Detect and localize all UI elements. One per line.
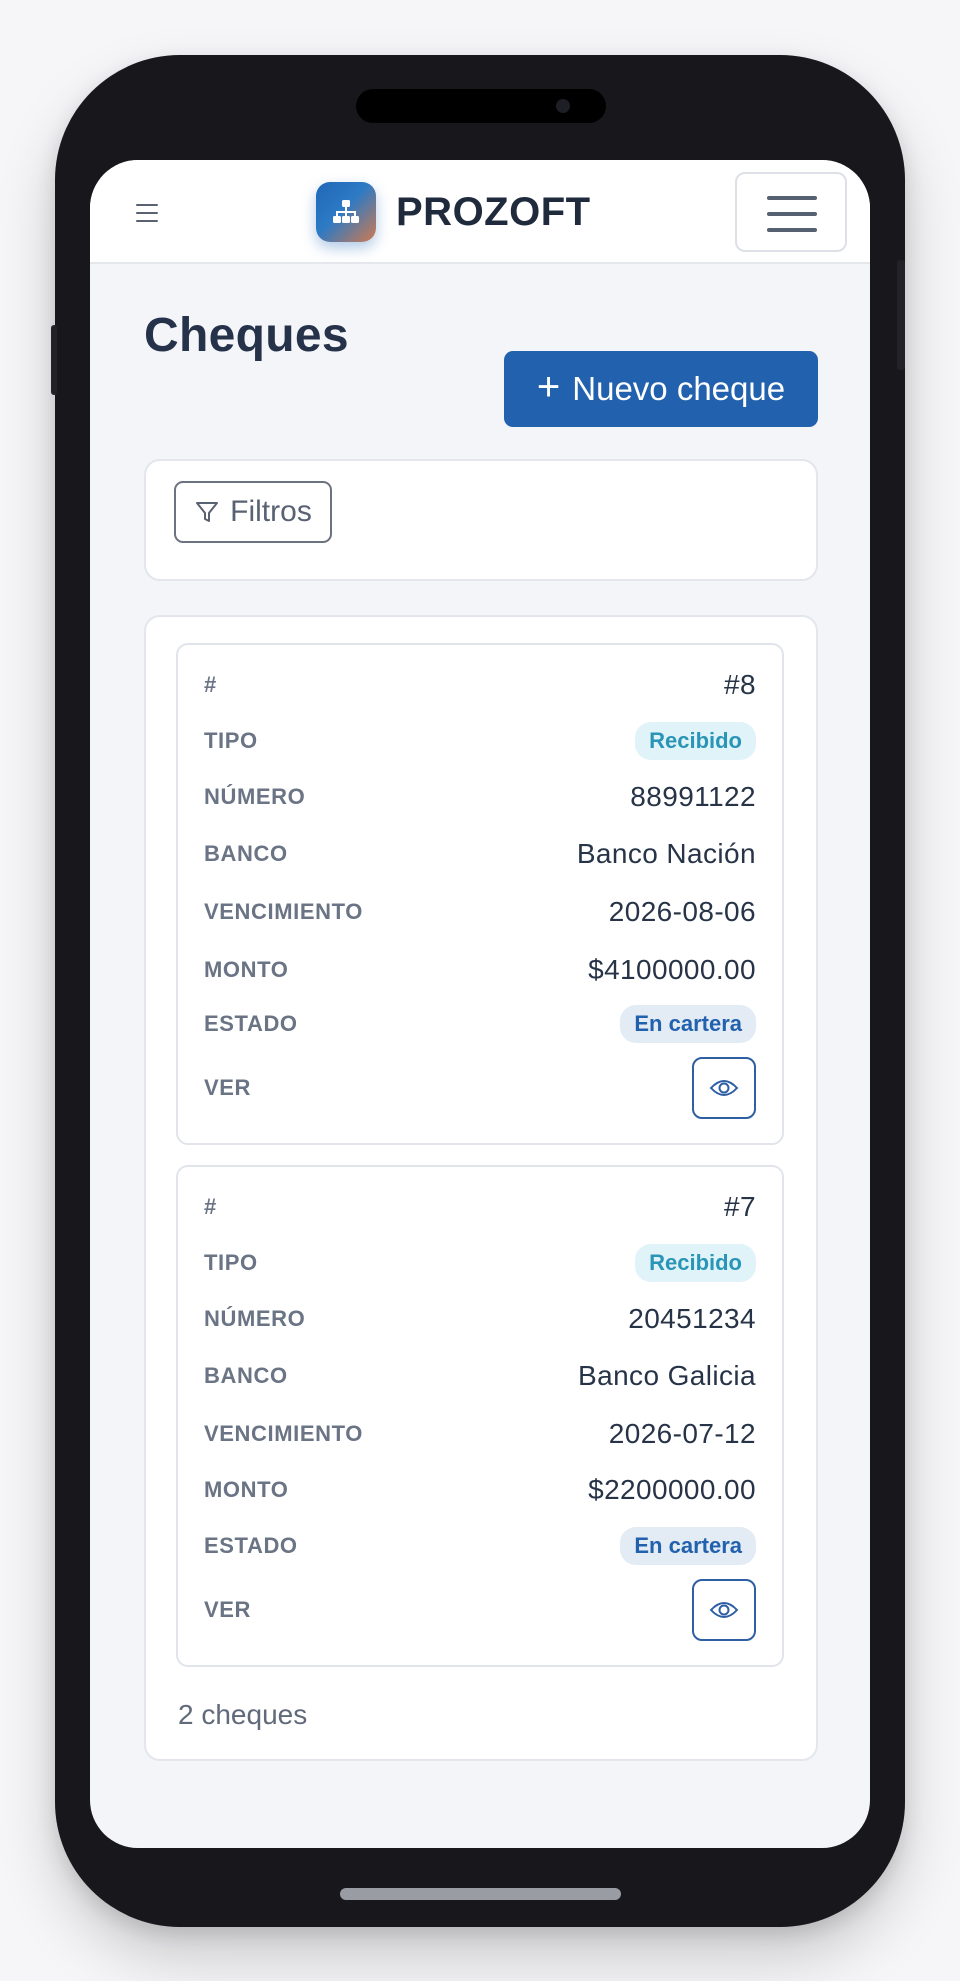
filters-button[interactable]: Filtros xyxy=(174,481,332,543)
home-indicator[interactable] xyxy=(340,1888,621,1900)
card-row-monto: MONTO $2200000.00 xyxy=(204,1470,756,1510)
card-row-banco: BANCO Banco Nación xyxy=(204,834,756,874)
filters-label: Filtros xyxy=(230,495,312,528)
banco-label: BANCO xyxy=(204,841,288,866)
tipo-label: TIPO xyxy=(204,728,258,753)
eye-icon xyxy=(709,1080,739,1096)
ver-label: VER xyxy=(204,1597,252,1622)
cheques-count: 2 cheques xyxy=(178,1699,308,1730)
card-row-monto: MONTO $4100000.00 xyxy=(204,950,756,990)
sidebar-toggle-icon[interactable] xyxy=(136,204,158,222)
estado-badge: En cartera xyxy=(620,1527,756,1565)
cheque-card: # #8 TIPO Recibido NÚMERO 88991122 BANCO… xyxy=(176,643,784,1145)
menu-button[interactable] xyxy=(735,172,847,252)
filter-funnel-icon xyxy=(196,502,219,522)
top-navbar: PROZOFT xyxy=(90,160,870,264)
card-row-ver: VER xyxy=(204,1057,756,1119)
cheque-vencimiento: 2026-08-06 xyxy=(608,896,756,927)
phone-frame: PROZOFT Cheques + Nuevo cheque Filtros #… xyxy=(51,55,905,1927)
estado-label: ESTADO xyxy=(204,1011,298,1036)
banco-label: BANCO xyxy=(204,1363,288,1388)
phone-power-button xyxy=(897,260,905,370)
card-row-banco: BANCO Banco Galicia xyxy=(204,1356,756,1396)
monto-label: MONTO xyxy=(204,1477,289,1502)
phone-side-button xyxy=(51,325,57,395)
cheque-monto: $2200000.00 xyxy=(588,1474,756,1505)
card-row-estado: ESTADO En cartera xyxy=(204,1526,756,1566)
vencimiento-label: VENCIMIENTO xyxy=(204,899,363,924)
cheques-list-panel: # #8 TIPO Recibido NÚMERO 88991122 BANCO… xyxy=(144,615,818,1761)
new-cheque-label: Nuevo cheque xyxy=(572,370,786,407)
camera-icon xyxy=(556,99,570,113)
estado-badge: En cartera xyxy=(620,1005,756,1043)
org-chart-icon xyxy=(316,182,376,242)
tipo-badge: Recibido xyxy=(635,722,756,760)
cheque-banco: Banco Galicia xyxy=(578,1360,756,1391)
card-row-ver: VER xyxy=(204,1579,756,1641)
cheque-card: # #7 TIPO Recibido NÚMERO 20451234 BANCO… xyxy=(176,1165,784,1667)
hamburger-icon xyxy=(767,196,817,200)
card-row-tipo: TIPO Recibido xyxy=(204,721,756,761)
cheque-banco: Banco Nación xyxy=(576,838,756,869)
card-row-tipo: TIPO Recibido xyxy=(204,1243,756,1283)
cheque-numero: 20451234 xyxy=(628,1303,756,1334)
estado-label: ESTADO xyxy=(204,1533,298,1558)
tipo-label: TIPO xyxy=(204,1250,258,1275)
view-cheque-button[interactable] xyxy=(692,1057,756,1119)
card-row-id: # #8 xyxy=(204,665,756,705)
card-row-id: # #7 xyxy=(204,1187,756,1227)
card-row-numero: NÚMERO 88991122 xyxy=(204,777,756,817)
card-row-numero: NÚMERO 20451234 xyxy=(204,1299,756,1339)
ver-label: VER xyxy=(204,1075,252,1100)
phone-notch xyxy=(356,89,606,123)
numero-label: NÚMERO xyxy=(204,784,306,809)
app-screen: PROZOFT Cheques + Nuevo cheque Filtros #… xyxy=(90,160,870,1848)
cheque-id: #8 xyxy=(724,669,756,700)
card-row-vencimiento: VENCIMIENTO 2026-08-06 xyxy=(204,892,756,932)
brand-name[interactable]: PROZOFT xyxy=(396,186,591,238)
monto-label: MONTO xyxy=(204,957,289,982)
tipo-badge: Recibido xyxy=(635,1244,756,1282)
new-cheque-button[interactable]: + Nuevo cheque xyxy=(504,351,818,427)
eye-icon xyxy=(709,1602,739,1618)
page-title: Cheques xyxy=(144,309,349,362)
plus-icon: + xyxy=(536,365,561,409)
id-label: # xyxy=(204,672,217,697)
view-cheque-button[interactable] xyxy=(692,1579,756,1641)
cheque-numero: 88991122 xyxy=(630,781,756,812)
id-label: # xyxy=(204,1194,217,1219)
filters-panel: Filtros xyxy=(144,459,818,581)
numero-label: NÚMERO xyxy=(204,1306,306,1331)
card-row-estado: ESTADO En cartera xyxy=(204,1004,756,1044)
cheque-vencimiento: 2026-07-12 xyxy=(608,1418,756,1449)
cheque-id: #7 xyxy=(724,1191,756,1222)
vencimiento-label: VENCIMIENTO xyxy=(204,1421,363,1446)
cheque-monto: $4100000.00 xyxy=(588,954,756,985)
card-row-vencimiento: VENCIMIENTO 2026-07-12 xyxy=(204,1414,756,1454)
